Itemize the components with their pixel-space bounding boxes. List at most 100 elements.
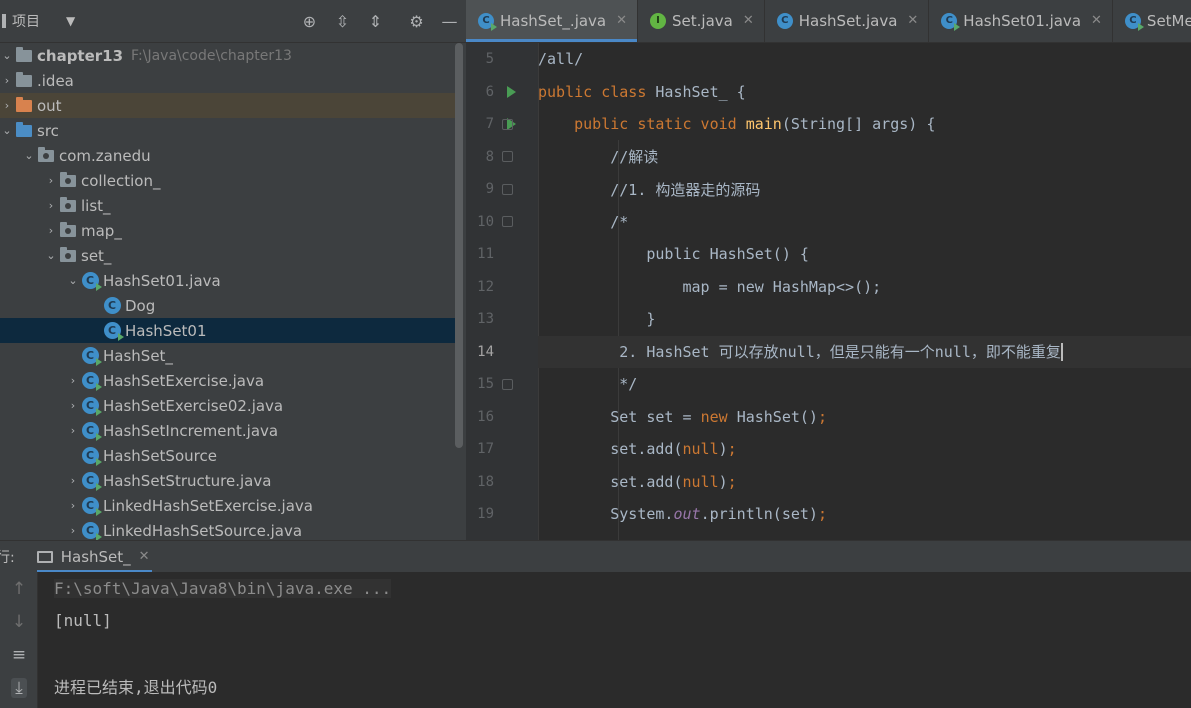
scroll-to-end-icon[interactable]: ⤓	[0, 671, 38, 704]
code-punct: ;	[817, 407, 827, 426]
package-icon	[58, 218, 78, 243]
soft-wrap-icon[interactable]: ≡	[0, 638, 38, 671]
run-icon[interactable]	[507, 85, 516, 98]
chevron-right-icon[interactable]: ›	[44, 168, 58, 193]
chevron-right-icon[interactable]: ›	[0, 93, 14, 118]
project-path: F:\Java\code\chapter13	[131, 47, 292, 64]
project-tree: ⌄ chapter13 F:\Java\code\chapter13 › .id…	[0, 43, 455, 540]
close-icon[interactable]: ✕	[743, 13, 754, 28]
code-comment: }	[538, 310, 656, 329]
code-keyword: null	[682, 472, 719, 491]
tree-item-hashsetexercise[interactable]: › C HashSetExercise.java	[0, 368, 455, 393]
chevron-down-icon[interactable]: ⌄	[66, 268, 80, 293]
chevron-down-icon[interactable]: ⌄	[0, 43, 14, 68]
tab-hashset-java[interactable]: C HashSet.java ✕	[765, 0, 930, 42]
tree-item-idea[interactable]: › .idea	[0, 68, 455, 93]
gear-icon[interactable]: ⚙	[400, 0, 433, 43]
tree-item-map[interactable]: › map_	[0, 218, 455, 243]
tree-item-hashsetstructure[interactable]: › C HashSetStructure.java	[0, 468, 455, 493]
tree-item-hashset01-java[interactable]: ⌄ C HashSet01.java	[0, 268, 455, 293]
code-line: 10 /*	[477, 206, 1191, 239]
tree-item-com-zanedu[interactable]: ⌄ com.zanedu	[0, 143, 455, 168]
hide-icon[interactable]: —	[433, 0, 466, 43]
tree-item-set[interactable]: ⌄ set_	[0, 243, 455, 268]
tree-item-label: out	[37, 96, 62, 115]
line-number: 18	[477, 473, 494, 490]
tab-label: HashSet_.java	[500, 11, 607, 30]
tree-item-out[interactable]: › out	[0, 93, 455, 118]
tree-item-chapter13[interactable]: ⌄ chapter13 F:\Java\code\chapter13	[0, 43, 455, 68]
chevron-right-icon[interactable]: ›	[0, 68, 14, 93]
tree-item-hashset-underscore[interactable]: C HashSet_	[0, 343, 455, 368]
tree-item-label: HashSetSource	[103, 446, 217, 465]
tree-item-dog[interactable]: C Dog	[0, 293, 455, 318]
code-text: HashSet_	[655, 82, 728, 101]
folder-icon	[14, 68, 34, 93]
tab-setmeth[interactable]: C SetMeth	[1113, 0, 1191, 42]
tree-item-linkedhashsetsource[interactable]: › C LinkedHashSetSource.java	[0, 518, 455, 540]
chevron-right-icon[interactable]: ›	[66, 418, 80, 443]
collapse-all-icon[interactable]: ⇕	[359, 0, 392, 43]
tree-item-hashsetexercise02[interactable]: › C HashSetExercise02.java	[0, 393, 455, 418]
code-comment: public HashSet() {	[538, 245, 809, 264]
code-text: set.add(	[538, 440, 683, 459]
code-line: 7 public static void main(String[] args)…	[486, 108, 1191, 141]
fold-icon[interactable]	[502, 378, 513, 390]
chevron-right-icon[interactable]: ›	[66, 368, 80, 393]
code-text: .println(set)	[700, 505, 818, 524]
tree-item-label: HashSetExercise.java	[103, 371, 265, 390]
chevron-right-icon[interactable]: ›	[44, 218, 58, 243]
tab-set-java[interactable]: I Set.java ✕	[638, 0, 765, 42]
project-toolbar: ⊕ ⇳ ⇕ ⚙ —	[293, 0, 466, 43]
fold-icon[interactable]	[502, 183, 513, 195]
expand-all-icon[interactable]: ⇳	[326, 0, 359, 43]
tree-item-list[interactable]: › list_	[0, 193, 455, 218]
code-line: 19 System.out.println(set);	[477, 498, 1191, 531]
console-line: 进程已结束,退出代码0	[54, 677, 218, 697]
chevron-right-icon[interactable]: ›	[66, 393, 80, 418]
text-caret	[1060, 342, 1063, 361]
tree-scrollbar[interactable]	[455, 43, 463, 448]
chevron-right-icon[interactable]: ›	[44, 193, 58, 218]
source-folder-icon	[14, 118, 34, 143]
arrow-down-icon[interactable]: ↓	[0, 605, 38, 638]
class-icon: C	[80, 368, 102, 393]
tree-item-hashsetsource[interactable]: C HashSetSource	[0, 443, 455, 468]
class-icon: C	[776, 12, 793, 29]
class-icon: C	[80, 343, 102, 368]
code-comment: /*	[538, 212, 629, 231]
tab-hashset-underscore[interactable]: C HashSet_.java ✕	[466, 0, 639, 42]
fold-icon[interactable]	[502, 216, 513, 228]
tree-item-src[interactable]: ⌄ src	[0, 118, 455, 143]
close-icon[interactable]: ✕	[1091, 13, 1102, 28]
code-area[interactable]: 5 /all/ 6 public class HashSet_ { 7 publ…	[477, 43, 1191, 540]
chevron-down-icon[interactable]: ▼	[66, 14, 75, 28]
class-icon: C	[80, 393, 102, 418]
tab-hashset01-java[interactable]: C HashSet01.java ✕	[929, 0, 1113, 42]
chevron-down-icon[interactable]: ⌄	[44, 243, 58, 268]
console-output[interactable]: F:\soft\Java\Java8\bin\java.exe ... [nul…	[38, 572, 1191, 708]
tree-item-hashset01[interactable]: C HashSet01	[0, 318, 455, 343]
chevron-right-icon[interactable]: ›	[66, 468, 80, 493]
tab-label: HashSet01.java	[963, 11, 1082, 30]
arrow-up-icon[interactable]: ↑	[0, 572, 38, 605]
close-icon[interactable]: ✕	[139, 549, 150, 564]
project-icon	[2, 14, 6, 28]
package-icon	[36, 143, 56, 168]
chevron-down-icon[interactable]: ⌄	[22, 143, 36, 168]
close-icon[interactable]: ✕	[616, 13, 627, 28]
fold-icon[interactable]	[502, 151, 513, 163]
close-icon[interactable]: ✕	[907, 13, 918, 28]
project-view-selector[interactable]: 项目 ▼	[0, 11, 75, 31]
tree-item-hashsetincrement[interactable]: › C HashSetIncrement.java	[0, 418, 455, 443]
tree-item-collection[interactable]: › collection_	[0, 168, 455, 193]
tree-item-label: HashSet_	[103, 346, 173, 365]
chevron-right-icon[interactable]: ›	[66, 493, 80, 518]
locate-icon[interactable]: ⊕	[293, 0, 326, 43]
fold-icon[interactable]	[502, 118, 513, 130]
tree-item-linkedhashsetexercise[interactable]: › C LinkedHashSetExercise.java	[0, 493, 455, 518]
run-panel-header: 行: HashSet_ ✕	[0, 540, 1191, 573]
chevron-right-icon[interactable]: ›	[66, 518, 80, 540]
chevron-down-icon[interactable]: ⌄	[0, 118, 14, 143]
run-tab[interactable]: HashSet_ ✕	[15, 541, 160, 573]
